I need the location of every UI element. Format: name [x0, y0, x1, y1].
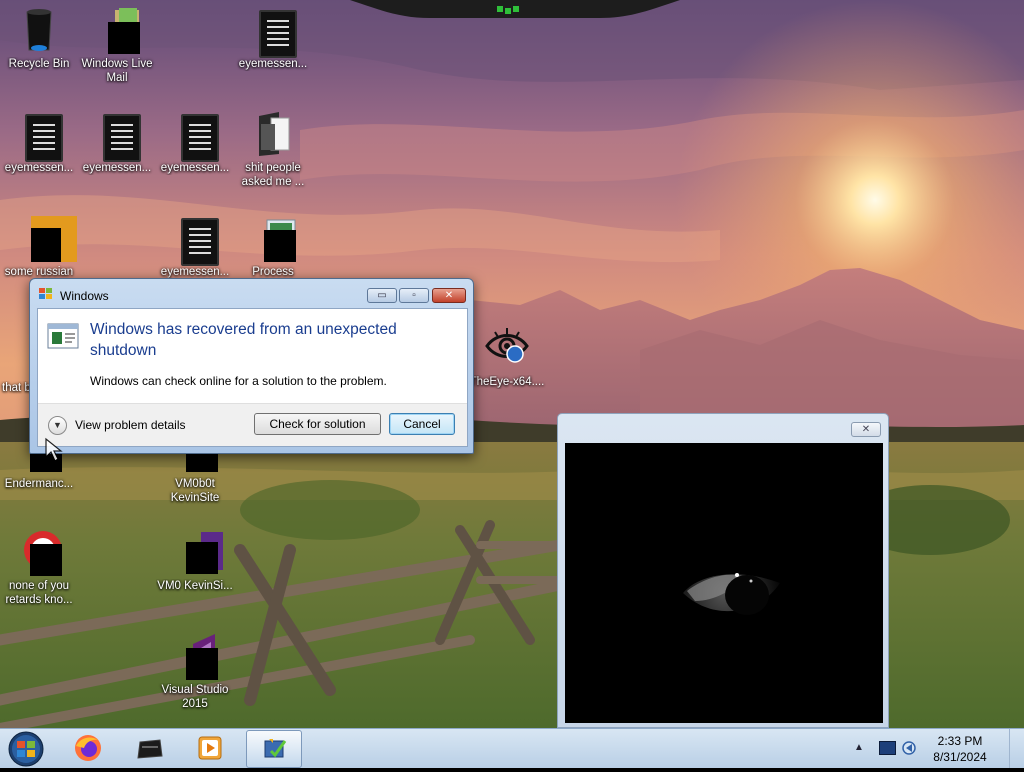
desktop-icon-eyemessen-1[interactable]: eyemessen... [234, 6, 312, 71]
clock-date: 8/31/2024 [933, 750, 987, 764]
text-document-icon [93, 110, 141, 162]
desktop-icon-eyemessen-2[interactable]: eyemessen... [0, 110, 78, 175]
clock-time: 2:33 PM [937, 734, 983, 748]
show-hidden-icons-button[interactable]: ▲ [854, 742, 864, 753]
desktop-icon-recycle-bin[interactable]: Recycle Bin [0, 6, 78, 71]
dialog-headline: Windows has recovered from an unexpected… [90, 321, 397, 359]
dialog-footer: ▼ View problem details Check for solutio… [38, 403, 467, 446]
system-tray: ▲ 2:33 PM 8/31/2024 [854, 729, 1024, 768]
dialog-content: Windows has recovered from an unexpected… [37, 308, 468, 447]
window-warning-icon [47, 323, 79, 349]
recovery-dialog: Windows ▭ ▫ ✕ Windows has recovered from… [29, 278, 474, 454]
start-orb-icon [8, 731, 44, 767]
media-player-icon [198, 736, 222, 760]
desktop-icon-label: Visual Studio 2015 [161, 684, 229, 710]
desktop-icon-label: eyemessen... [160, 162, 230, 174]
desktop-icon-shit-people-asked-me[interactable]: shit people asked me ... [234, 110, 312, 189]
desktop-icon-visual-studio-2015[interactable]: Visual Studio 2015 [156, 632, 234, 711]
app-icon [15, 214, 77, 262]
taskbar-firefox[interactable] [60, 730, 116, 768]
network-icon[interactable] [879, 741, 896, 755]
desktop-icon-eyemessen-4[interactable]: eyemessen... [156, 110, 234, 175]
mouse-cursor-icon [45, 437, 63, 462]
desktop-icon-windows-live-mail[interactable]: Windows Live Mail [78, 6, 156, 85]
taskbar: ▲ 2:33 PM 8/31/2024 [0, 728, 1024, 768]
maximize-icon: ▫ [412, 290, 416, 301]
app-icon [171, 528, 223, 576]
desktop-icon-process[interactable]: Process [234, 214, 312, 279]
eye-app-icon [483, 324, 531, 372]
desktop-icon-eyemessen-5[interactable]: eyemessen... [156, 214, 234, 279]
eye-image [565, 443, 883, 723]
desktop-icon-label: Endermanc... [4, 478, 74, 490]
desktop-icon-label: TheEye-x64.... [469, 376, 545, 388]
recycle-bin-icon [15, 6, 63, 54]
cancel-button[interactable]: Cancel [389, 413, 455, 435]
text-document-icon [171, 214, 219, 266]
folder-icon [249, 110, 297, 158]
dialog-titlebar[interactable]: Windows ▭ ▫ ✕ [30, 279, 473, 307]
desktop-icon-label: VM0b0t KevinSite [170, 478, 220, 504]
windows-flag-icon [39, 288, 52, 299]
dialog-title: Windows [60, 289, 109, 303]
eye-window: ✕ [557, 413, 889, 728]
desktop-icon-vm0-kevinsi[interactable]: VM0 KevinSi... [156, 528, 234, 593]
app-icon [15, 528, 63, 576]
windows-live-mail-icon [93, 6, 141, 54]
chevron-down-icon: ▼ [48, 416, 67, 435]
visual-studio-icon [171, 632, 219, 680]
desktop-icon-label: Process [252, 266, 294, 278]
taskbar-media-player[interactable] [182, 730, 238, 768]
drive-icon [137, 739, 163, 759]
maximize-button[interactable]: ▫ [399, 288, 429, 303]
show-desktop-button[interactable] [1009, 729, 1024, 768]
start-button[interactable] [6, 731, 46, 767]
desktop-icon-label: Recycle Bin [8, 58, 70, 70]
desktop-icon-label: Windows Live Mail [81, 58, 153, 84]
close-icon: ✕ [444, 290, 454, 301]
action-center-icon [264, 739, 287, 758]
check-for-solution-button[interactable]: Check for solution [254, 413, 381, 435]
text-document-icon [15, 110, 63, 162]
desktop-icon-label: eyemessen... [4, 162, 74, 174]
desktop-icon-label: shit people asked me ... [241, 162, 305, 188]
taskbar-drive[interactable] [122, 730, 178, 768]
text-document-icon [249, 6, 297, 58]
close-button[interactable]: ✕ [432, 288, 466, 303]
firefox-icon [75, 735, 101, 761]
desktop-icon-label: VM0 KevinSi... [157, 580, 233, 592]
minimize-button[interactable]: ▭ [367, 288, 397, 303]
view-problem-details-label: View problem details [75, 418, 186, 432]
desktop-icon-eyemessen-3[interactable]: eyemessen... [78, 110, 156, 175]
eye-window-close-button[interactable]: ✕ [851, 422, 881, 437]
desktop-icon-label: eyemessen... [238, 58, 308, 70]
desktop-icon-label: none of you retards kno... [5, 580, 73, 606]
desktop-icon-none-of-you[interactable]: none of you retards kno... [0, 528, 78, 607]
desktop-icon-label: eyemessen... [82, 162, 152, 174]
top-dock-notch [350, 0, 680, 18]
desktop-icon-theeye-x64[interactable]: TheEye-x64.... [468, 324, 546, 389]
volume-icon[interactable] [901, 740, 917, 756]
text-document-icon [171, 110, 219, 162]
taskbar-action-center[interactable] [246, 730, 302, 768]
dialog-message: Windows can check online for a solution … [90, 374, 387, 388]
desktop-icon-label: eyemessen... [160, 266, 230, 278]
close-icon: ✕ [861, 424, 871, 435]
minimize-icon: ▭ [377, 290, 387, 301]
process-icon [249, 214, 297, 262]
taskbar-clock[interactable]: 2:33 PM 8/31/2024 [930, 733, 990, 765]
